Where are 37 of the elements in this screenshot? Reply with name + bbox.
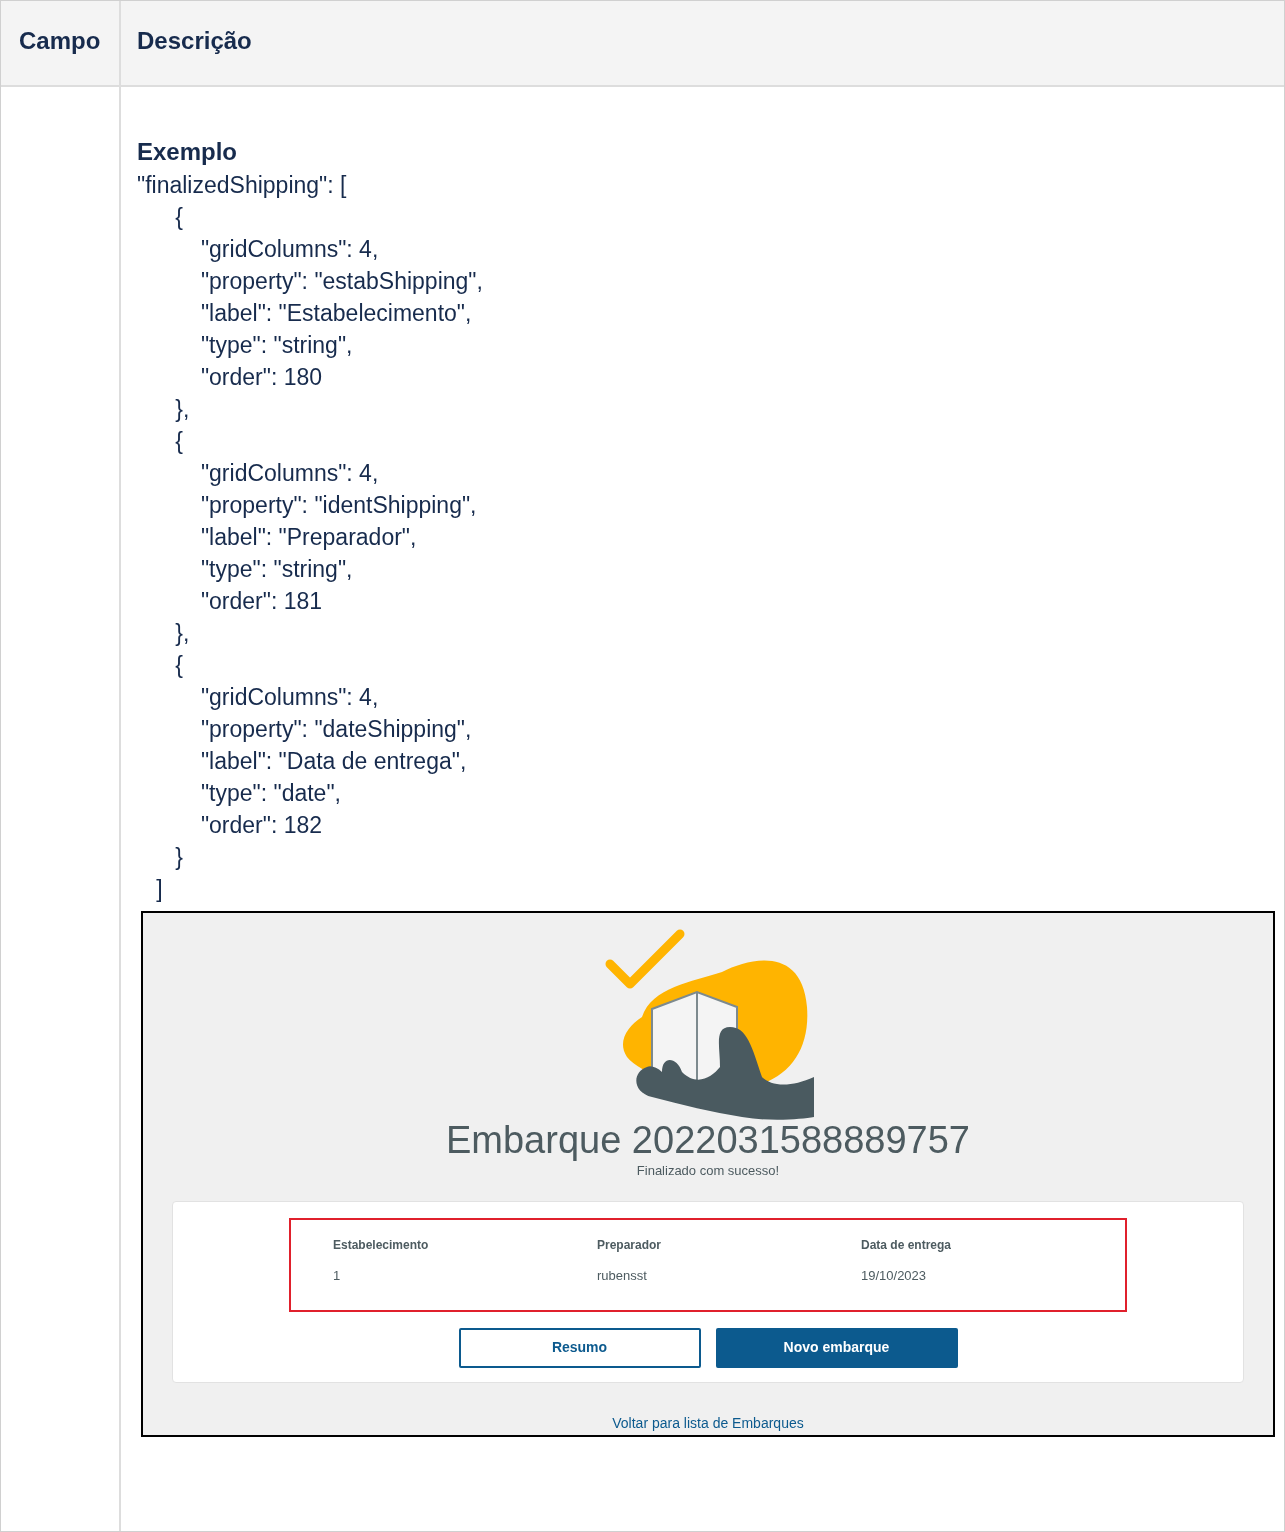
field-label: Estabelecimento [333, 1236, 429, 1254]
field-label: Preparador [597, 1236, 662, 1254]
success-message: Finalizado com sucesso! [636, 1162, 780, 1180]
column-header: Descrição [136, 26, 253, 56]
column-header: Campo [1, 1, 121, 85]
field-value: 1 [333, 1266, 341, 1285]
code-line: }, [174, 395, 190, 424]
code-line: "label": "Estabelecimento", [199, 299, 472, 328]
code-line: "type": "string", [199, 555, 353, 584]
summary-button[interactable]: Resumo [458, 1327, 701, 1368]
shipment-title: Embarque 2022031588889757 [446, 1119, 970, 1161]
code-line: { [174, 203, 184, 232]
field-value: rubensst [597, 1266, 647, 1285]
new-shipment-button[interactable]: Novo embarque [715, 1327, 958, 1368]
code-line: } [174, 843, 184, 872]
field-label: Data de entrega [861, 1236, 952, 1254]
code-line: "type": "date", [199, 779, 341, 808]
code-line: "property": "identShipping", [199, 491, 477, 520]
code-line: ] [155, 875, 163, 904]
code-line: { [174, 651, 184, 680]
code-line: "order": 182 [199, 811, 323, 840]
example-heading: Exemplo [137, 137, 239, 167]
back-link[interactable]: Voltar para lista de Embarques [612, 1412, 804, 1434]
code-line: { [174, 427, 184, 456]
code-line: "property": "dateShipping", [199, 715, 472, 744]
code-line: "order": 180 [199, 363, 323, 392]
code-line: "gridColumns": 4, [199, 683, 379, 712]
code-line: "finalizedShipping": [ [137, 171, 347, 200]
code-line: "gridColumns": 4, [199, 459, 379, 488]
code-line: }, [174, 619, 190, 648]
code-line: "property": "estabShipping", [199, 267, 483, 296]
code-line: "type": "string", [199, 331, 353, 360]
code-line: "order": 181 [199, 587, 323, 616]
code-line: "gridColumns": 4, [199, 235, 379, 264]
code-line: "label": "Preparador", [199, 523, 417, 552]
field-value: 19/10/2023 [861, 1266, 927, 1285]
code-line: "label": "Data de entrega", [199, 747, 467, 776]
